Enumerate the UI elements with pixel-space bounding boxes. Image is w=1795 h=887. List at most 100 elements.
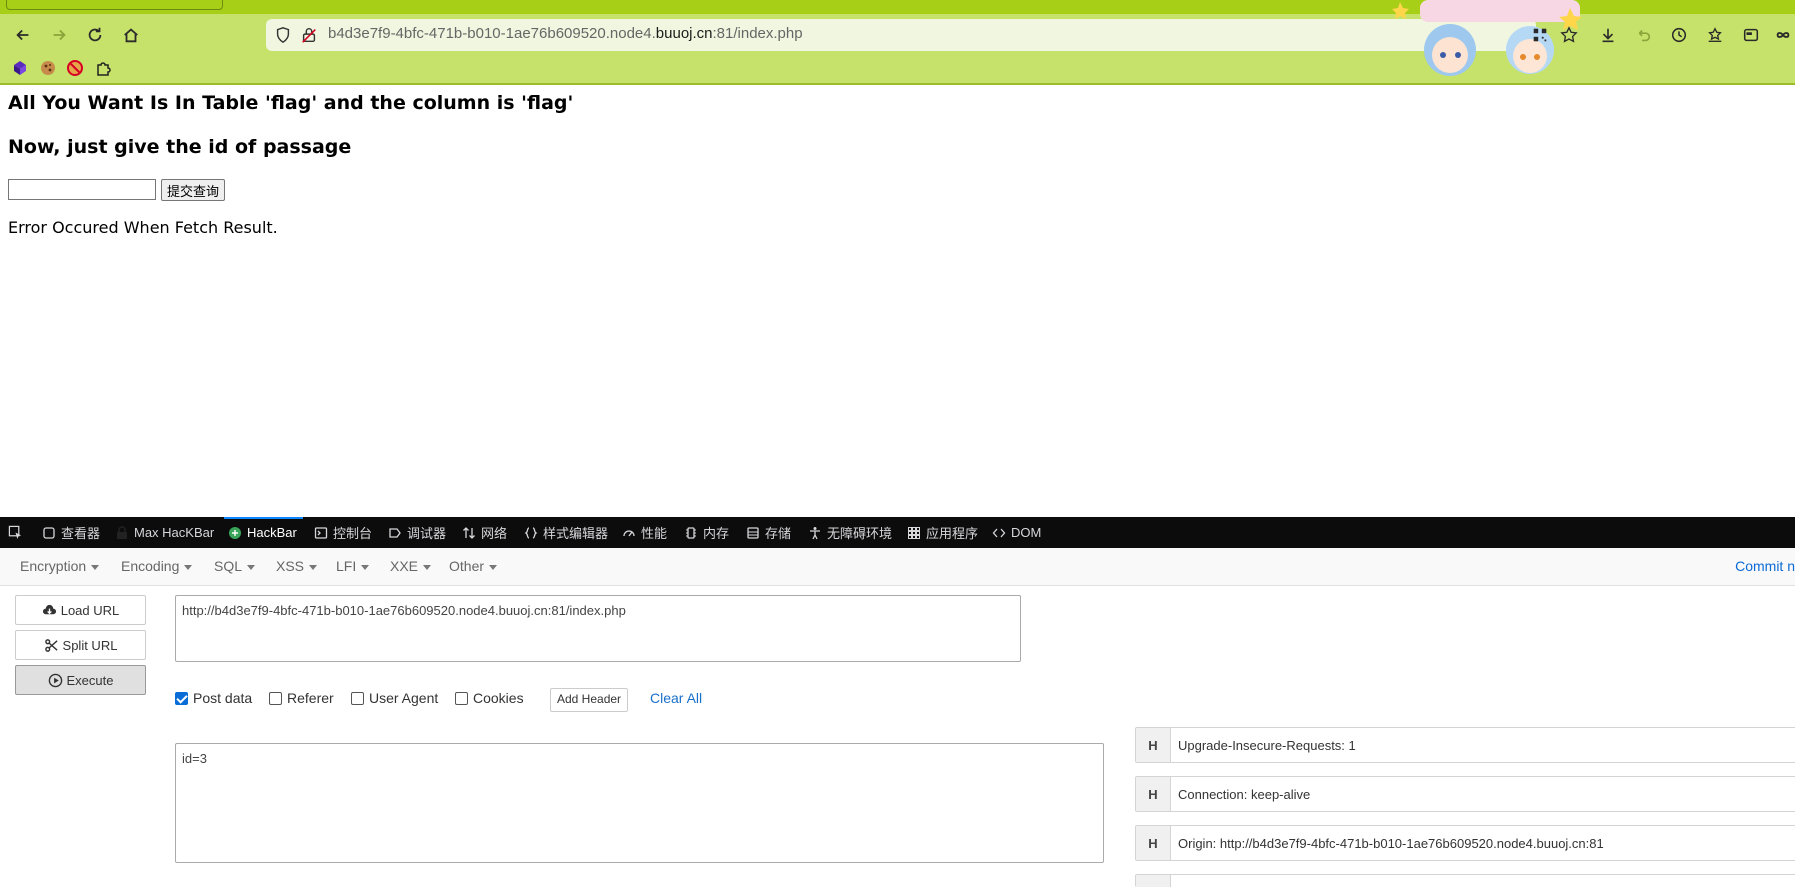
cookie-extension-icon[interactable] — [39, 59, 57, 77]
header-toggle[interactable]: H — [1136, 826, 1171, 860]
tab-application[interactable]: 应用程序 — [907, 517, 978, 548]
address-bar[interactable]: b4d3e7f9-4bfc-471b-b010-1ae76b609520.nod… — [266, 19, 1536, 51]
page-heading-table-hint: All You Want Is In Table 'flag' and the … — [8, 92, 574, 114]
header-value[interactable]: Connection: keep-alive — [1171, 777, 1310, 811]
tab-console[interactable]: 控制台 — [314, 517, 372, 548]
tab-storage-label: 存储 — [765, 526, 792, 541]
submit-query-button[interactable]: 提交查询 — [161, 179, 226, 201]
tab-hackbar[interactable]: HackBar — [224, 517, 303, 548]
post-data-label: Post data — [193, 690, 253, 706]
tab-dom-label: DOM — [1011, 525, 1042, 540]
execute-button[interactable]: Execute — [15, 665, 146, 695]
header-value[interactable]: Upgrade-Insecure-Requests: 1 — [1171, 728, 1356, 762]
download-icon[interactable] — [1596, 23, 1620, 47]
header-toggle[interactable]: H — [1136, 728, 1171, 762]
hackbar-url-textarea[interactable]: http://b4d3e7f9-4bfc-471b-b010-1ae76b609… — [175, 595, 1021, 662]
shield-icon[interactable] — [274, 26, 292, 44]
bookmark-star-icon[interactable] — [1557, 23, 1581, 47]
split-url-label: Split URL — [62, 637, 118, 653]
back-icon[interactable] — [11, 23, 35, 47]
post-data-option[interactable]: Post data — [175, 690, 252, 706]
commit-link[interactable]: Commit n — [1735, 558, 1795, 574]
header-toggle[interactable]: H — [1136, 777, 1171, 811]
code-icon — [992, 528, 1006, 537]
post-data-checkbox[interactable] — [175, 691, 188, 705]
header-row[interactable] — [1135, 874, 1795, 887]
tab-storage[interactable]: 存储 — [746, 517, 791, 548]
grid-icon — [908, 526, 920, 539]
menu-xxe[interactable]: XXE — [390, 558, 432, 574]
insecure-lock-icon[interactable] — [300, 26, 318, 44]
forward-icon[interactable] — [47, 23, 71, 47]
url-text[interactable]: b4d3e7f9-4bfc-471b-b010-1ae76b609520.nod… — [328, 25, 803, 42]
tab-accessibility[interactable]: 无障碍环境 — [808, 517, 892, 548]
hackbar-icon — [229, 526, 241, 539]
infinity-icon[interactable] — [1771, 23, 1795, 47]
referer-option[interactable]: Referer — [269, 690, 334, 706]
wallet-icon[interactable] — [1739, 23, 1763, 47]
hackbar-menu: Encryption Encoding SQL XSS LFI XXE Othe… — [0, 548, 1795, 586]
menu-lfi[interactable]: LFI — [336, 558, 370, 574]
tab-network[interactable]: 网络 — [462, 517, 507, 548]
post-body-textarea[interactable]: id=3 — [175, 743, 1104, 863]
tab-debugger[interactable]: 调试器 — [388, 517, 446, 548]
header-row[interactable]: H Connection: keep-alive — [1135, 776, 1795, 812]
load-url-button[interactable]: Load URL — [15, 595, 146, 625]
menu-lfi-label: LFI — [336, 558, 357, 574]
passage-id-input[interactable] — [8, 179, 156, 200]
active-tab[interactable] — [6, 0, 223, 10]
menu-xss[interactable]: XSS — [276, 558, 318, 574]
cookie-block-extension-icon[interactable] — [66, 59, 84, 77]
browser-toolbar: b4d3e7f9-4bfc-471b-b010-1ae76b609520.nod… — [0, 0, 1795, 85]
puzzle-extensions-icon[interactable] — [94, 59, 112, 77]
user-agent-checkbox[interactable] — [351, 691, 364, 705]
undo-icon[interactable] — [1631, 23, 1655, 47]
cookies-option[interactable]: Cookies — [455, 690, 524, 706]
collections-icon[interactable] — [1703, 23, 1727, 47]
tab-dom[interactable]: DOM — [992, 517, 1041, 548]
history-icon[interactable] — [1667, 23, 1691, 47]
home-icon[interactable] — [119, 23, 143, 47]
header-value[interactable]: Origin: http://b4d3e7f9-4bfc-471b-b010-1… — [1171, 826, 1604, 860]
tab-network-label: 网络 — [481, 526, 508, 541]
header-toggle[interactable] — [1136, 875, 1171, 887]
user-agent-label: User Agent — [369, 690, 439, 706]
tab-memory[interactable]: 内存 — [684, 517, 729, 548]
page-heading-instruction: Now, just give the id of passage — [8, 136, 352, 158]
add-header-button[interactable]: Add Header — [550, 688, 629, 712]
tab-max-hackbar[interactable]: Max HacKBar — [115, 517, 214, 548]
tab-max-hackbar-label: Max HacKBar — [134, 525, 215, 540]
storage-icon — [747, 526, 759, 539]
tab-console-label: 控制台 — [333, 526, 373, 541]
menu-sql[interactable]: SQL — [214, 558, 256, 574]
tab-performance[interactable]: 性能 — [622, 517, 667, 548]
tab-style-editor[interactable]: 样式编辑器 — [524, 517, 608, 548]
split-url-button[interactable]: Split URL — [15, 630, 146, 660]
scissors-icon — [44, 638, 58, 652]
menu-encryption[interactable]: Encryption — [20, 558, 100, 574]
tab-accessibility-label: 无障碍环境 — [827, 526, 893, 541]
tab-inspector[interactable]: 查看器 — [42, 517, 100, 548]
accessibility-icon — [810, 526, 820, 539]
memory-icon — [686, 526, 696, 539]
header-row[interactable]: H Origin: http://b4d3e7f9-4bfc-471b-b010… — [1135, 825, 1795, 861]
referer-checkbox[interactable] — [269, 691, 282, 705]
reload-icon[interactable] — [83, 23, 107, 47]
debugger-icon — [389, 527, 401, 538]
header-row[interactable]: H Upgrade-Insecure-Requests: 1 — [1135, 727, 1795, 763]
menu-encoding[interactable]: Encoding — [121, 558, 193, 574]
user-agent-option[interactable]: User Agent — [351, 690, 438, 706]
tab-memory-label: 内存 — [703, 526, 730, 541]
execute-label: Execute — [66, 672, 114, 688]
cube-extension-icon[interactable] — [11, 59, 29, 77]
menu-sql-label: SQL — [214, 558, 243, 574]
menu-other[interactable]: Other — [449, 558, 498, 574]
tab-style-editor-label: 样式编辑器 — [543, 526, 609, 541]
cookies-checkbox[interactable] — [455, 691, 468, 705]
menu-encryption-label: Encryption — [20, 558, 87, 574]
console-icon — [314, 526, 328, 539]
tab-hackbar-label: HackBar — [247, 525, 297, 540]
element-picker-icon[interactable] — [8, 525, 23, 540]
clear-all-link[interactable]: Clear All — [650, 690, 702, 706]
qr-code-icon[interactable] — [1528, 23, 1552, 47]
